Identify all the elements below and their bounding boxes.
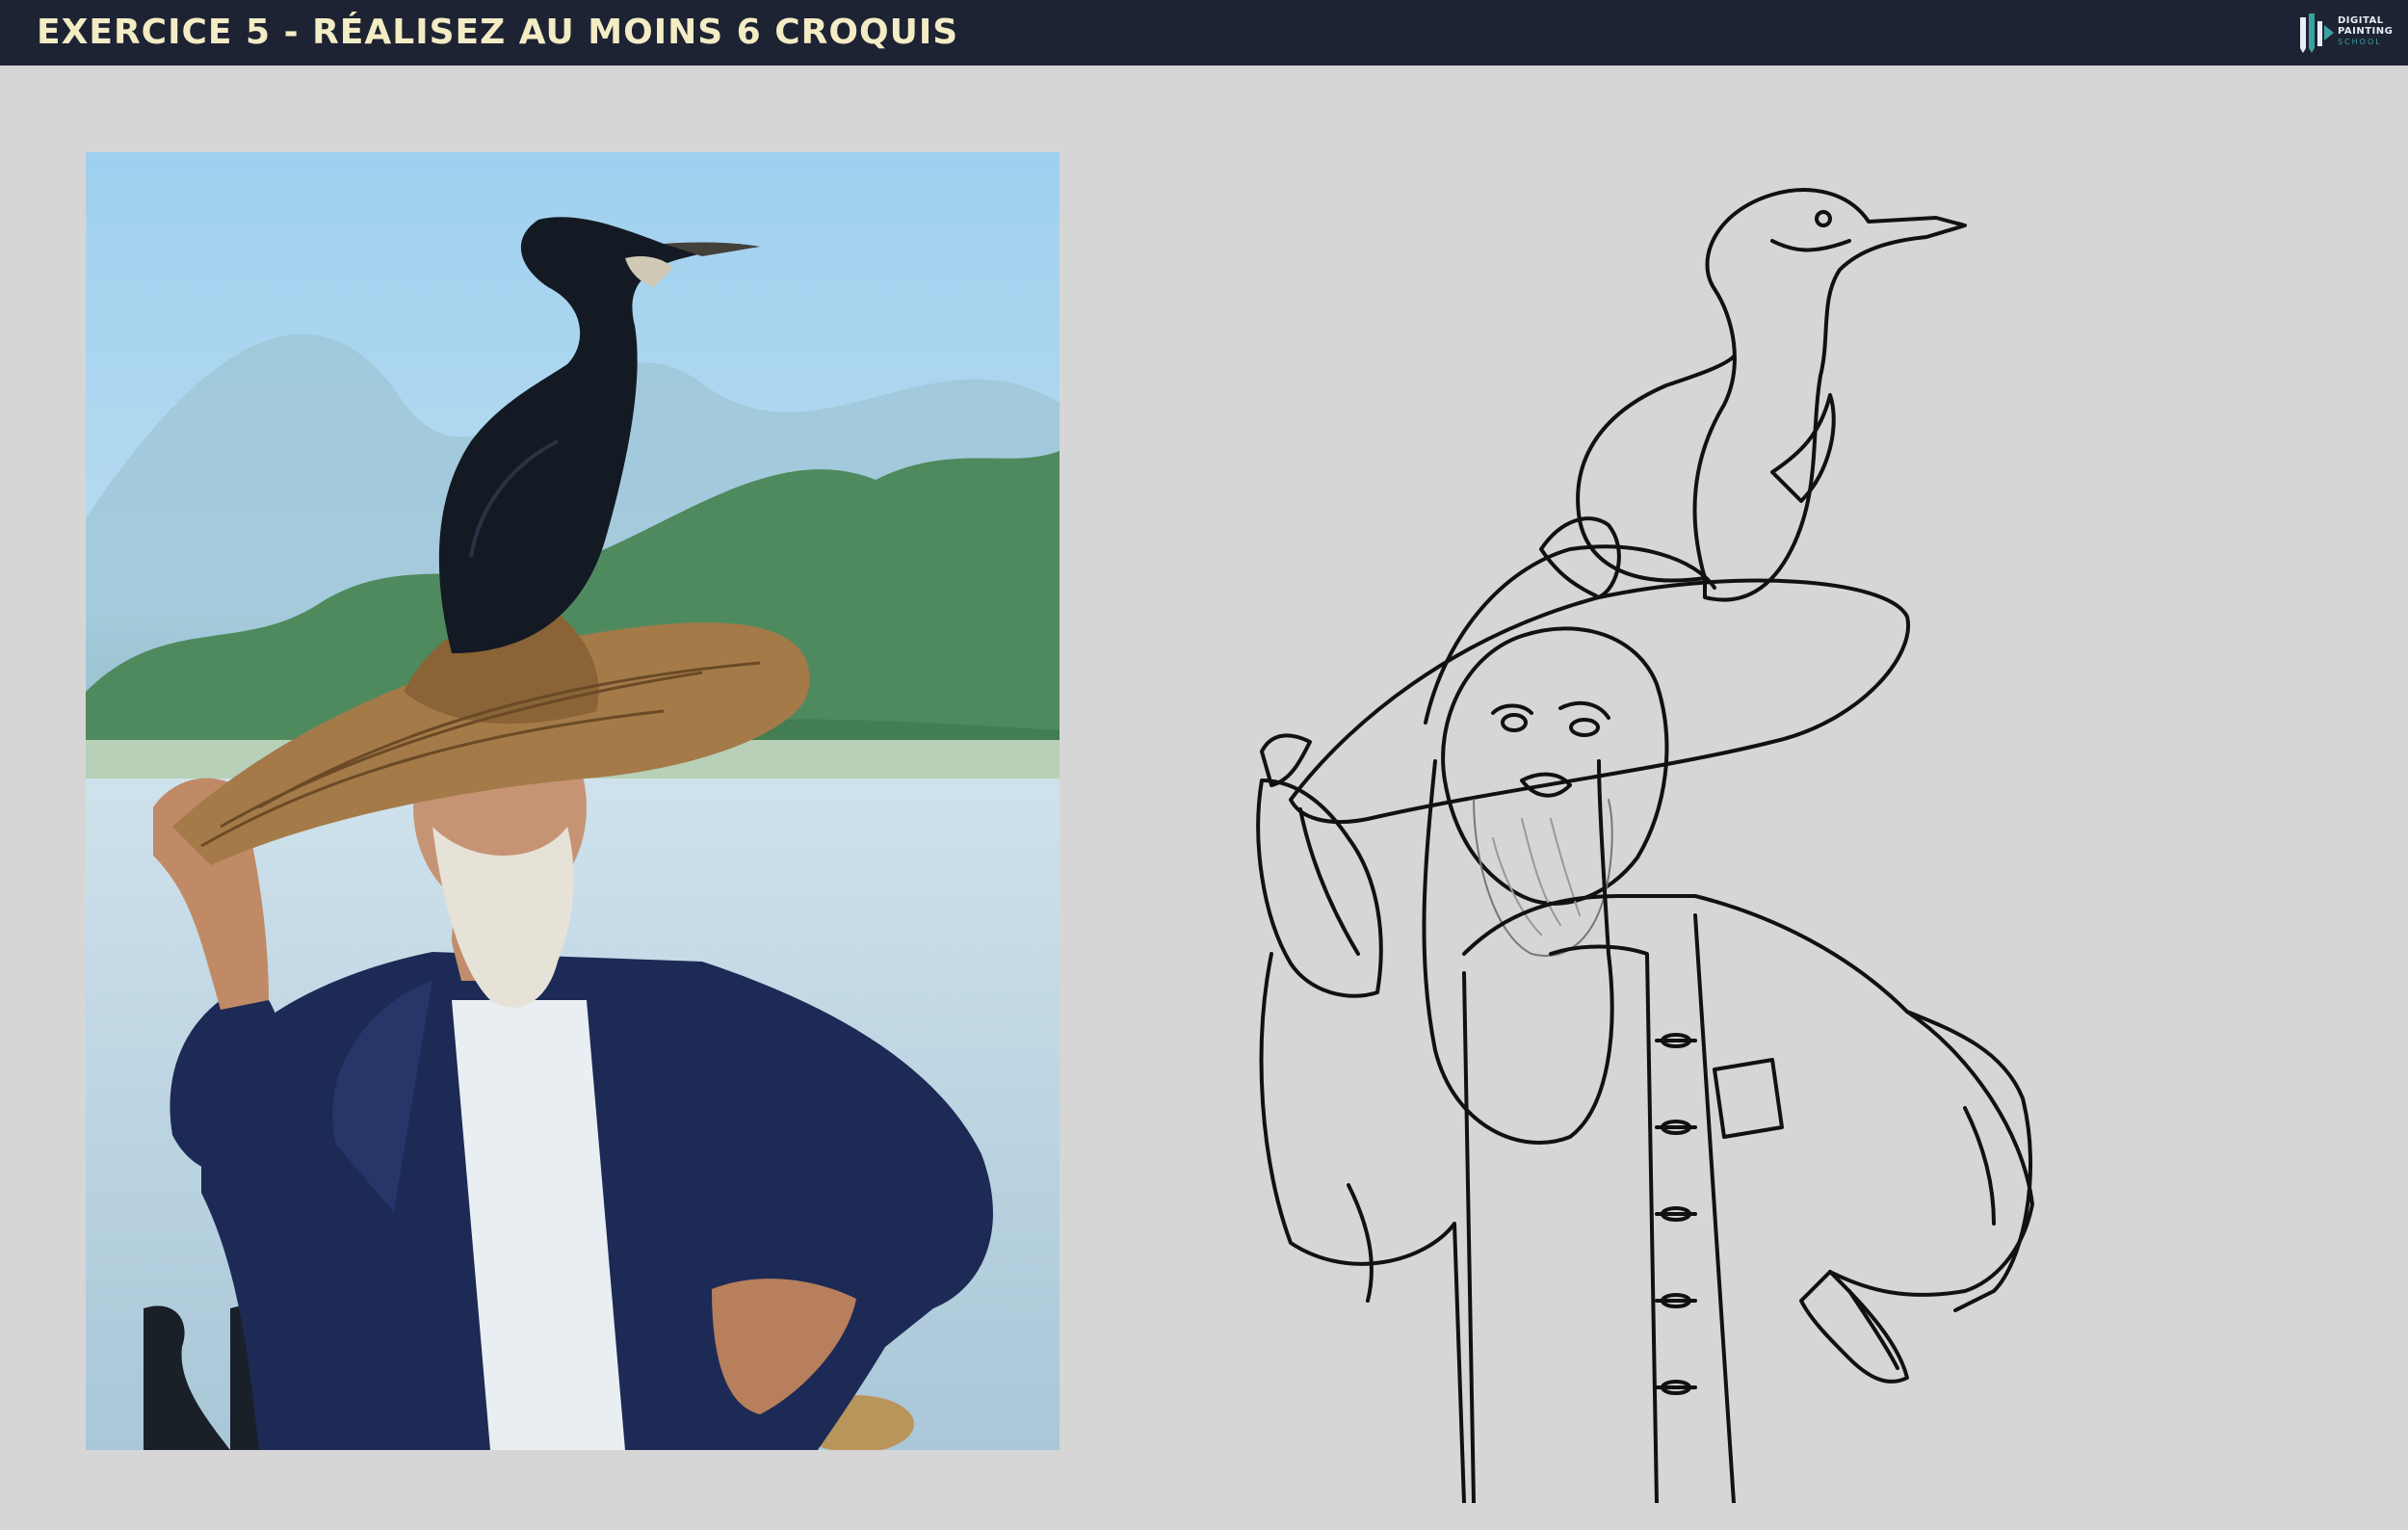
line-sketch	[1233, 183, 2138, 1505]
logo-line-painting: PAINTING	[2338, 26, 2394, 37]
logo-line-digital: DIGITAL	[2338, 15, 2384, 26]
logo-text: DIGITAL PAINTING SCHOOL	[2338, 15, 2393, 47]
header-bar: EXERCICE 5 - RÉALISEZ AU MOINS 6 CROQUIS…	[0, 0, 2408, 66]
logo-line-school: SCHOOL	[2338, 38, 2382, 46]
pencil-brush-logo-icon	[2300, 13, 2334, 53]
school-logo[interactable]: DIGITAL PAINTING SCHOOL	[2297, 12, 2394, 54]
page-title: EXERCICE 5 - RÉALISEZ AU MOINS 6 CROQUIS	[37, 13, 959, 52]
reference-photo	[86, 152, 1060, 1450]
